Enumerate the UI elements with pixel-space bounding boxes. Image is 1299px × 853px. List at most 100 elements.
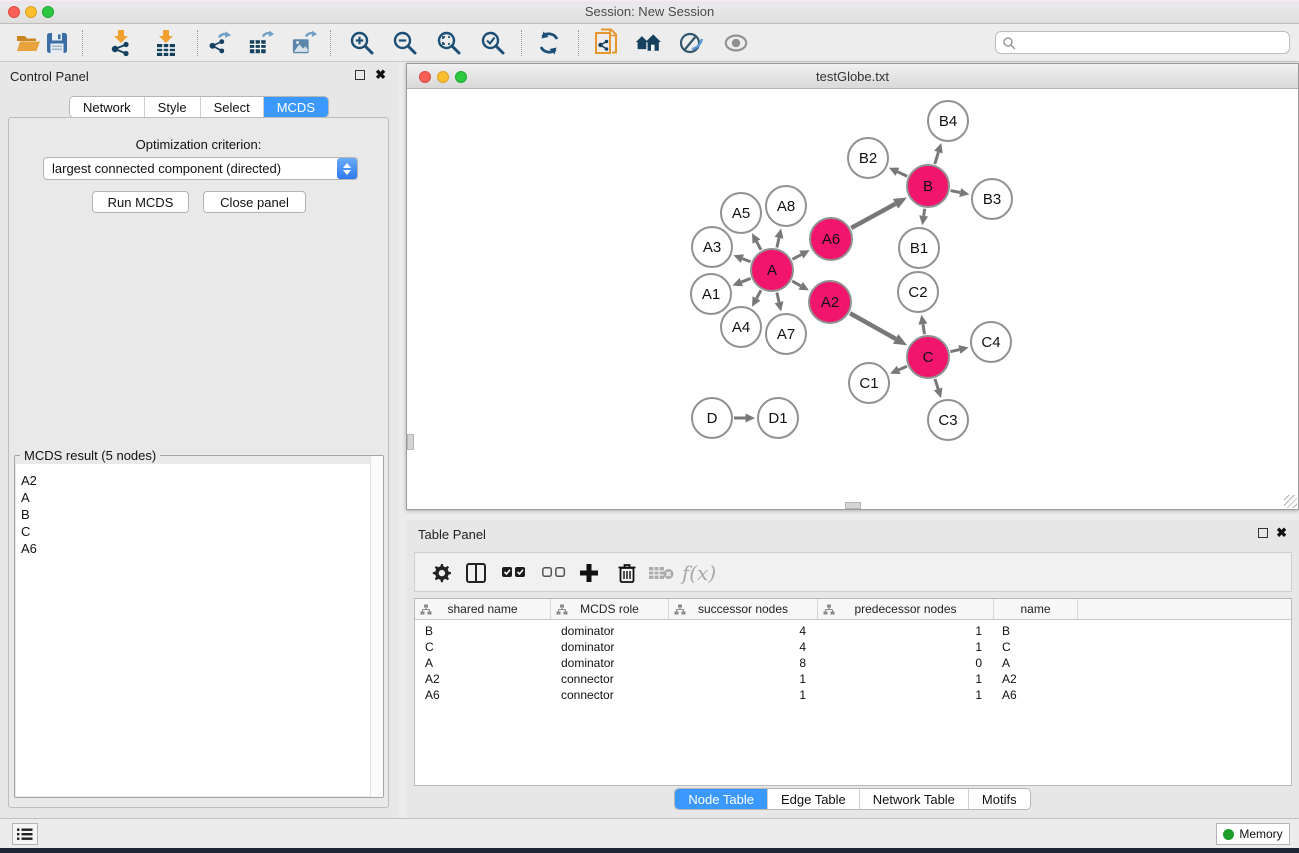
tab-style[interactable]: Style [145, 97, 201, 117]
select-all-icon[interactable] [501, 560, 527, 586]
table-cell[interactable]: A [994, 655, 1078, 671]
result-list-item[interactable]: C [16, 523, 382, 540]
table-cell[interactable]: 1 [818, 639, 994, 655]
splitter-handle[interactable] [845, 502, 861, 509]
graph-edge-B-B1[interactable] [924, 209, 925, 216]
column-header-predecessor-nodes[interactable]: predecessor nodes [818, 599, 994, 619]
node-table[interactable]: shared nameMCDS rolesuccessor nodesprede… [414, 598, 1292, 786]
table-cell[interactable]: dominator [551, 623, 669, 639]
table-cell[interactable]: B [415, 623, 551, 639]
table-row[interactable]: A6connector11A6 [415, 687, 1291, 703]
refresh-icon[interactable] [536, 28, 562, 58]
table-cell[interactable]: 1 [669, 671, 818, 687]
table-cell[interactable]: C [415, 639, 551, 655]
table-cell[interactable]: 1 [818, 623, 994, 639]
graph-edge-A-A1[interactable] [741, 278, 750, 282]
result-scrollbar[interactable] [370, 456, 383, 797]
tab-network[interactable]: Network [70, 97, 145, 117]
mcds-result-list[interactable]: A2ABCA6 [16, 464, 382, 796]
delete-table-icon[interactable] [648, 560, 674, 586]
tab-motifs[interactable]: Motifs [969, 789, 1030, 809]
table-cell[interactable]: 1 [818, 671, 994, 687]
search-input[interactable] [1016, 34, 1289, 52]
import-network-icon[interactable] [108, 28, 134, 58]
delete-row-trash-icon[interactable] [614, 560, 640, 586]
graph-edge-B-B4[interactable] [935, 152, 939, 164]
network-graph[interactable]: AA1A2A3A4A5A6A7A8BB1B2B3B4CC1C2C3C4DD1 [407, 89, 1298, 509]
network-document-icon[interactable] [593, 28, 619, 58]
result-list-item[interactable]: A2 [16, 472, 382, 489]
table-row[interactable]: Adominator80A [415, 655, 1291, 671]
zoom-fit-icon[interactable] [436, 28, 462, 58]
open-session-icon[interactable] [15, 28, 41, 58]
home-icon[interactable] [635, 28, 661, 58]
graph-edge-C-C4[interactable] [950, 350, 959, 352]
zoom-out-icon[interactable] [392, 28, 418, 58]
table-cell[interactable]: connector [551, 671, 669, 687]
graph-edge-A-A7[interactable] [777, 292, 779, 302]
resize-grip[interactable] [1284, 495, 1297, 508]
table-row[interactable]: A2connector11A2 [415, 671, 1291, 687]
table-cell[interactable]: connector [551, 687, 669, 703]
export-image-icon[interactable] [291, 28, 317, 58]
graph-edge-A-A8[interactable] [777, 238, 779, 248]
splitter-handle[interactable] [407, 434, 414, 450]
table-cell[interactable]: A2 [415, 671, 551, 687]
tab-mcds[interactable]: MCDS [264, 97, 328, 117]
table-cell[interactable]: 0 [818, 655, 994, 671]
zoom-selected-icon[interactable] [480, 28, 506, 58]
table-cell[interactable]: A [415, 655, 551, 671]
table-cell[interactable]: A6 [415, 687, 551, 703]
close-panel-icon[interactable]: ✖ [375, 67, 386, 83]
column-browser-icon[interactable] [463, 560, 489, 586]
table-cell[interactable]: 8 [669, 655, 818, 671]
graph-edge-C-C1[interactable] [899, 366, 907, 370]
criterion-dropdown[interactable]: largest connected component (directed) [43, 157, 358, 180]
network-canvas[interactable]: AA1A2A3A4A5A6A7A8BB1B2B3B4CC1C2C3C4DD1 [407, 89, 1298, 509]
graph-edge-B-B2[interactable] [897, 172, 907, 177]
graph-edge-C-C2[interactable] [923, 324, 925, 334]
float-panel-icon[interactable] [355, 70, 365, 80]
table-cell[interactable]: A2 [994, 671, 1078, 687]
graph-edge-A6-B[interactable] [851, 204, 895, 228]
function-builder-icon[interactable]: f(x) [681, 560, 717, 586]
table-cell[interactable]: 4 [669, 639, 818, 655]
import-table-icon[interactable] [153, 28, 179, 58]
zoom-in-icon[interactable] [349, 28, 375, 58]
task-history-button[interactable] [12, 823, 38, 845]
table-cell[interactable]: C [994, 639, 1078, 655]
table-cell[interactable]: B [994, 623, 1078, 639]
tab-select[interactable]: Select [201, 97, 264, 117]
save-session-icon[interactable] [44, 28, 70, 58]
add-row-icon[interactable] [576, 560, 602, 586]
tab-edge-table[interactable]: Edge Table [768, 789, 860, 809]
settings-gear-icon[interactable] [428, 560, 454, 586]
deselect-all-icon[interactable] [541, 560, 567, 586]
graph-edge-A2-C[interactable] [850, 313, 896, 339]
network-window-titlebar[interactable]: testGlobe.txt [407, 64, 1298, 89]
search-field[interactable] [995, 31, 1290, 54]
result-list-item[interactable]: B [16, 506, 382, 523]
table-row[interactable]: Cdominator41C [415, 639, 1291, 655]
eye-icon[interactable] [723, 28, 749, 58]
table-row[interactable]: Bdominator41B [415, 623, 1291, 639]
graph-edge-A-A2[interactable] [792, 281, 801, 286]
float-panel-icon[interactable] [1258, 528, 1268, 538]
tab-node-table[interactable]: Node Table [675, 789, 768, 809]
column-header-shared-name[interactable]: shared name [415, 599, 551, 619]
export-table-icon[interactable] [248, 28, 274, 58]
graph-edge-A-A4[interactable] [757, 290, 761, 298]
table-cell[interactable]: 4 [669, 623, 818, 639]
table-cell[interactable]: A6 [994, 687, 1078, 703]
table-cell[interactable]: 1 [669, 687, 818, 703]
graph-edge-A-A6[interactable] [792, 255, 801, 260]
result-list-item[interactable]: A [16, 489, 382, 506]
close-panel-button[interactable]: Close panel [203, 191, 306, 213]
graph-edge-C-C3[interactable] [935, 379, 938, 389]
graph-edge-B-B3[interactable] [951, 191, 961, 193]
table-cell[interactable]: 1 [818, 687, 994, 703]
graph-edge-A-A3[interactable] [742, 259, 750, 262]
graphics-details-icon[interactable] [678, 28, 704, 58]
memory-button[interactable]: Memory [1216, 823, 1290, 845]
run-mcds-button[interactable]: Run MCDS [92, 191, 189, 213]
